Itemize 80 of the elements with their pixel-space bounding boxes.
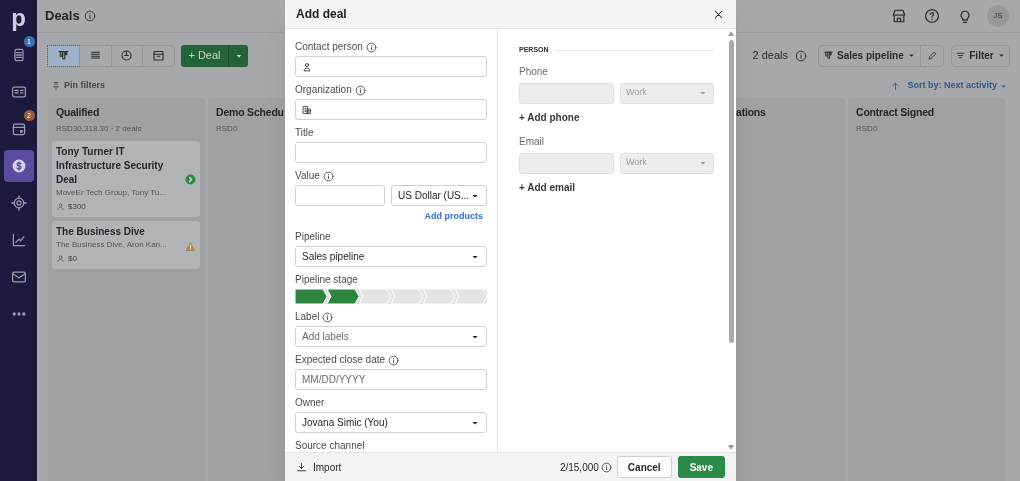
deal-value: $0 (68, 252, 77, 265)
add-deal-button[interactable]: + Deal (181, 44, 228, 67)
field-label: Expected close date (295, 355, 386, 365)
column-summary: RSD30,318.30 · 2 deals (56, 122, 142, 135)
add-options-button[interactable] (228, 44, 248, 67)
forecast-view-icon (120, 49, 134, 62)
value-input[interactable] (295, 185, 385, 206)
field-label: Owner (295, 398, 325, 408)
deal-title: The Business Dive (56, 224, 146, 239)
stage-segment[interactable] (295, 289, 327, 304)
column-title: ations (736, 105, 766, 120)
deal-value: $300 (68, 200, 86, 213)
pencil-icon (926, 50, 938, 61)
cancel-button[interactable]: Cancel (616, 456, 672, 478)
nav-item[interactable] (3, 150, 34, 182)
card-icon (10, 84, 27, 100)
save-button[interactable]: Save (677, 456, 725, 478)
select-field[interactable]: Jovana Simic (You) (295, 412, 487, 433)
field-label: Pipeline stage (295, 275, 358, 285)
deal-subtitle: MoveEr Tech Group, Tony Tu... (56, 186, 167, 199)
field-label: Source channel (295, 441, 365, 451)
column-title: Demo Schedu (216, 105, 284, 120)
target-icon (10, 195, 27, 211)
dialog-title: Add deal (296, 6, 347, 23)
user-avatar[interactable]: JS (987, 5, 1009, 27)
deal-title: Tony Turner IT Infrastructure Security Deal (56, 144, 165, 187)
board-view-icon (56, 49, 70, 62)
select-field[interactable]: Sales pipeline (295, 246, 487, 267)
view-tab[interactable] (48, 45, 79, 66)
lightbulb-icon (957, 8, 973, 24)
pin-icon (51, 81, 61, 91)
store-icon (891, 8, 907, 24)
input-field[interactable] (295, 99, 487, 120)
field-label: Contact person (295, 42, 363, 52)
import-button[interactable]: Import (296, 459, 342, 475)
pin-filters-link[interactable]: Pin filters (64, 79, 105, 93)
stage-segment[interactable] (327, 289, 359, 304)
deal-subtitle: The Business Dive, Aron Kan... (56, 238, 168, 251)
add-products-link[interactable]: Add products (424, 211, 483, 221)
info-icon (600, 461, 612, 473)
app-logo[interactable]: p (11, 6, 26, 34)
column-title: Qualified (56, 105, 100, 120)
deal-card[interactable]: The Business Dive The Business Dive, Aron Kan... $0 (52, 220, 200, 269)
dollar-icon (10, 158, 27, 174)
currency-select[interactable]: US Dollar (US... (391, 185, 487, 206)
field-label: Pipeline (295, 232, 331, 242)
character-counter: 2/15,000 (559, 460, 599, 475)
sort-dropdown[interactable]: Sort by: Next activity (907, 79, 1008, 93)
person-icon (56, 202, 65, 212)
deal-card[interactable]: Tony Turner IT Infrastructure Security Deal MoveEr Tech Group, Tony Tu... $300 (52, 140, 200, 217)
pipeline-icon (823, 50, 834, 61)
help-icon (924, 8, 940, 24)
info-icon (83, 10, 96, 22)
archive-view-icon (152, 49, 166, 62)
field-label: Email (519, 134, 545, 149)
building-icon (302, 104, 312, 115)
person-icon (302, 61, 312, 72)
field-label: Label (295, 312, 320, 322)
download-icon (296, 461, 307, 473)
pipeline-dropdown[interactable]: Sales pipeline (819, 45, 920, 66)
person-icon (56, 254, 65, 264)
calendar-icon (10, 121, 27, 137)
list-view-icon (88, 49, 102, 62)
column-title: Contract Signed (856, 105, 935, 120)
sort-direction-icon (890, 80, 902, 92)
chart-icon (10, 232, 27, 248)
filter-button[interactable]: Filter (951, 44, 1010, 67)
filter-icon (955, 50, 967, 61)
field-label: Title (295, 128, 314, 138)
field-label: Phone (519, 64, 549, 79)
select-field[interactable]: Add labels (295, 326, 487, 347)
date-field[interactable]: MM/DD/YYYY (295, 369, 487, 390)
page-title: Deals (45, 7, 80, 26)
deal-count: 2 deals (752, 48, 788, 64)
field-label: Value (295, 171, 320, 181)
mail-icon (10, 269, 27, 285)
field-label: Organization (295, 85, 352, 95)
input-field[interactable] (295, 56, 487, 77)
input-field[interactable] (295, 142, 487, 163)
info-icon (795, 49, 807, 62)
